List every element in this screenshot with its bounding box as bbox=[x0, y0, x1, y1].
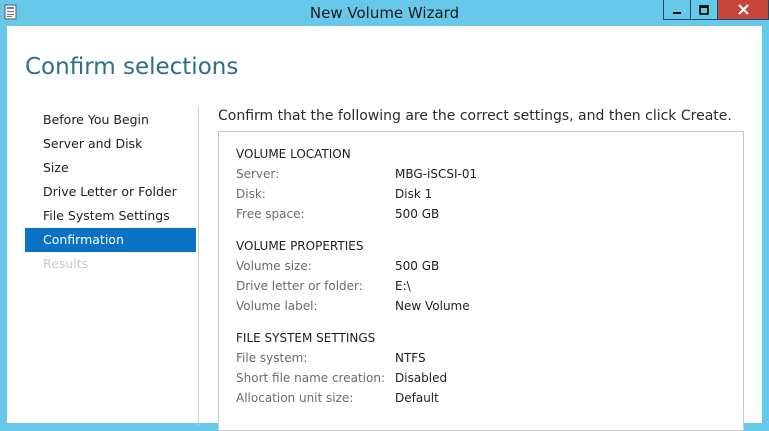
wizard-step-nav: Before You Begin Server and Disk Size Dr… bbox=[25, 108, 196, 276]
instruction-text: Confirm that the following are the corre… bbox=[218, 108, 732, 124]
nav-item-drive-letter-or-folder[interactable]: Drive Letter or Folder bbox=[25, 180, 196, 204]
summary-row-label: Volume label: bbox=[236, 299, 318, 313]
maximize-button[interactable] bbox=[691, 0, 718, 20]
summary-row-label: Server: bbox=[236, 167, 280, 181]
summary-row-value: 500 GB bbox=[395, 207, 440, 221]
nav-item-server-and-disk[interactable]: Server and Disk bbox=[25, 132, 196, 156]
close-icon bbox=[737, 4, 749, 15]
summary-row-value: Disk 1 bbox=[395, 187, 433, 201]
summary-row-value: MBG-iSCSI-01 bbox=[395, 167, 478, 181]
summary-row-label: Allocation unit size: bbox=[236, 391, 354, 405]
close-button[interactable] bbox=[718, 0, 769, 20]
summary-row-value: 500 GB bbox=[395, 259, 440, 273]
section-heading-file-system-settings: FILE SYSTEM SETTINGS bbox=[236, 331, 376, 345]
minimize-icon bbox=[673, 11, 681, 14]
nav-divider bbox=[198, 106, 199, 426]
summary-row-value: Disabled bbox=[395, 371, 448, 385]
section-heading-volume-properties: VOLUME PROPERTIES bbox=[236, 239, 364, 253]
summary-row-label: File system: bbox=[236, 351, 308, 365]
nav-item-results: Results bbox=[43, 256, 89, 271]
nav-item-size[interactable]: Size bbox=[25, 156, 196, 180]
window-title: New Volume Wizard bbox=[309, 4, 460, 22]
summary-row-value: E:\ bbox=[395, 279, 411, 293]
section-heading-volume-location: VOLUME LOCATION bbox=[236, 147, 351, 161]
summary-row-label: Free space: bbox=[236, 207, 305, 221]
summary-row-value: New Volume bbox=[395, 299, 470, 313]
summary-row-value: Default bbox=[395, 391, 439, 405]
page-title: Confirm selections bbox=[25, 54, 239, 80]
summary-row-value: NTFS bbox=[395, 351, 426, 365]
summary-row-label: Drive letter or folder: bbox=[236, 279, 363, 293]
title-bar[interactable]: New Volume Wizard bbox=[0, 0, 769, 26]
summary-row-label: Disk: bbox=[236, 187, 266, 201]
wizard-client-area: Confirm selections Before You Begin Serv… bbox=[7, 26, 762, 431]
confirmation-summary-box[interactable]: VOLUME LOCATION Server: MBG-iSCSI-01 Dis… bbox=[218, 131, 744, 431]
nav-item-before-you-begin[interactable]: Before You Begin bbox=[25, 108, 196, 132]
nav-item-file-system-settings[interactable]: File System Settings bbox=[25, 204, 196, 228]
summary-row-label: Short file name creation: bbox=[236, 371, 385, 385]
minimize-button[interactable] bbox=[663, 0, 691, 20]
nav-item-confirmation[interactable]: Confirmation bbox=[25, 228, 196, 252]
maximize-icon bbox=[699, 4, 709, 15]
summary-row-label: Volume size: bbox=[236, 259, 312, 273]
